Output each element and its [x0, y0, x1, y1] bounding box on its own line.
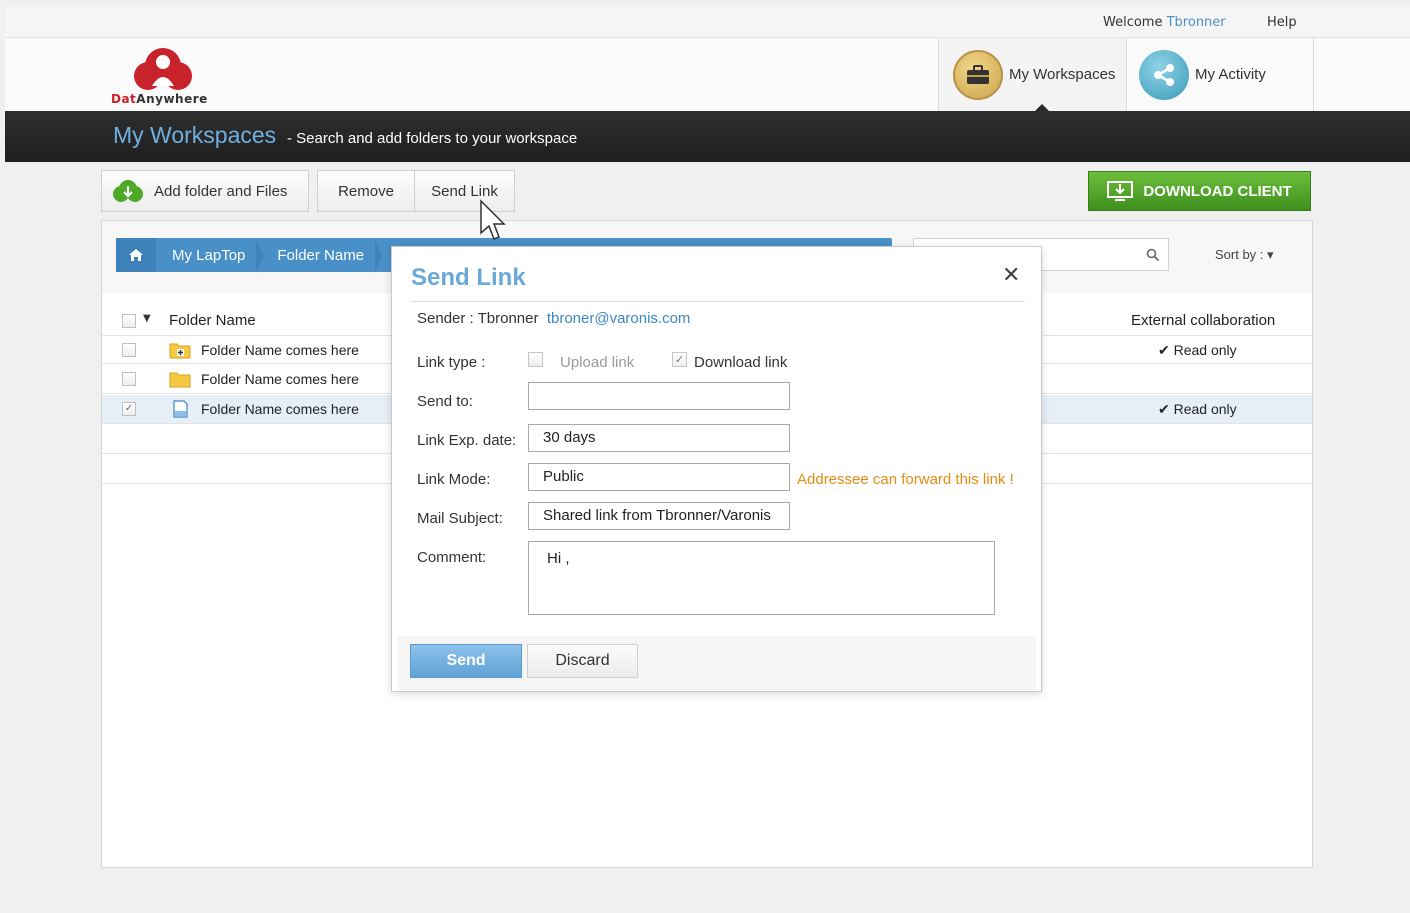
nav-my-workspaces-label: My Workspaces	[1009, 66, 1116, 83]
close-icon[interactable]: ✕	[1002, 263, 1020, 288]
download-link-checkbox[interactable]: ✓	[672, 352, 687, 367]
mail-subject-label: Mail Subject:	[417, 510, 503, 527]
nav-my-workspaces[interactable]: My Workspaces	[938, 38, 1126, 111]
checkmark-icon: ✔	[1158, 342, 1170, 358]
remove-button[interactable]: Remove	[317, 170, 415, 212]
cloud-person-icon	[134, 48, 192, 90]
monitor-download-icon	[1107, 181, 1134, 201]
folder-plus-icon	[169, 343, 191, 359]
breadcrumb-item-folder[interactable]: Folder Name	[261, 238, 382, 273]
row-folder-name[interactable]: Folder Name comes here	[201, 371, 359, 387]
row-external-collaboration: ✔ Read only	[1158, 342, 1237, 358]
link-type-label: Link type :	[417, 354, 486, 371]
link-mode-select[interactable]: Public	[528, 463, 790, 491]
select-all-checkbox[interactable]	[122, 314, 136, 328]
link-exp-date-label: Link Exp. date:	[417, 432, 517, 449]
header: DatAnywhere My Workspaces My Activity	[5, 38, 1410, 111]
dataanywhere-logo[interactable]: DatAnywhere	[111, 44, 221, 108]
send-to-input[interactable]	[528, 382, 790, 410]
link-mode-note: Addressee can forward this link !	[797, 471, 1014, 488]
dialog-footer: Send Discard	[398, 636, 1036, 690]
download-client-label: DOWNLOAD CLIENT	[1143, 182, 1292, 200]
comment-textarea[interactable]: Hi ,	[528, 541, 995, 615]
row-external-collaboration: ✔ Read only	[1158, 401, 1237, 417]
page-subtitle: - Search and add folders to your workspa…	[287, 130, 578, 147]
add-folder-label: Add folder and Files	[154, 182, 288, 200]
checkmark-icon: ✔	[1158, 401, 1170, 417]
download-client-button[interactable]: DOWNLOAD CLIENT	[1088, 171, 1311, 211]
welcome-text: Welcome Tbronner	[1103, 15, 1226, 30]
upload-link-checkbox[interactable]	[528, 352, 543, 367]
mail-subject-input[interactable]: Shared link from Tbronner/Varonis	[528, 502, 790, 530]
send-to-label: Send to:	[417, 393, 473, 410]
briefcase-icon	[953, 49, 1003, 100]
mouse-cursor-icon	[480, 199, 506, 240]
row-folder-name[interactable]: Folder Name comes here	[201, 342, 359, 358]
sender-email: tbroner@varonis.com	[546, 310, 691, 327]
document-icon	[173, 400, 188, 418]
row-checkbox[interactable]	[122, 343, 136, 357]
logo-text: DatAnywhere	[111, 92, 208, 106]
sort-by-label: Sort by :	[1215, 247, 1264, 262]
home-icon[interactable]	[116, 238, 156, 272]
top-bar: Welcome Tbronner Help	[5, 5, 1410, 38]
share-icon	[1139, 49, 1189, 100]
breadcrumb-item-laptop[interactable]: My LapTop	[156, 238, 264, 273]
dialog-divider	[411, 301, 1025, 302]
page-title: My Workspaces	[113, 122, 277, 148]
select-menu-caret-icon[interactable]: ▼	[143, 313, 151, 324]
search-icon	[1146, 248, 1160, 262]
sender-info: Sender : Tbronner tbroner@varonis.com	[417, 310, 690, 327]
send-button[interactable]: Send	[410, 644, 522, 678]
sender-label: Sender : Tbronner	[417, 310, 539, 327]
upload-link-label[interactable]: Upload link	[560, 354, 634, 371]
caret-down-icon: ▾	[1267, 247, 1274, 262]
nav-my-activity[interactable]: My Activity	[1126, 38, 1314, 111]
comment-label: Comment:	[417, 549, 487, 566]
send-link-dialog: Send Link ✕ Sender : Tbronner tbroner@va…	[391, 246, 1042, 692]
nav-my-activity-label: My Activity	[1195, 66, 1266, 83]
row-checkbox-checked[interactable]: ✓	[122, 402, 136, 416]
folder-icon	[169, 372, 191, 388]
sort-by-dropdown[interactable]: Sort by : ▾	[1215, 247, 1274, 263]
column-header-external-collaboration[interactable]: External collaboration	[1131, 312, 1275, 329]
title-bar: My Workspaces - Search and add folders t…	[5, 111, 1410, 162]
cloud-download-icon	[113, 180, 143, 202]
column-header-folder-name[interactable]: Folder Name	[169, 312, 256, 329]
row-folder-name[interactable]: Folder Name comes here	[201, 401, 359, 417]
help-link[interactable]: Help	[1267, 15, 1297, 30]
discard-button[interactable]: Discard	[527, 644, 638, 678]
welcome-label: Welcome	[1103, 15, 1163, 30]
row-checkbox[interactable]	[122, 372, 136, 386]
add-folder-button[interactable]: Add folder and Files	[101, 170, 309, 212]
link-exp-date-input[interactable]: 30 days	[528, 424, 790, 452]
link-mode-label: Link Mode:	[417, 471, 491, 488]
username-link[interactable]: Tbronner	[1167, 15, 1226, 30]
download-link-label[interactable]: Download link	[694, 354, 787, 371]
dialog-title: Send Link	[411, 264, 526, 291]
